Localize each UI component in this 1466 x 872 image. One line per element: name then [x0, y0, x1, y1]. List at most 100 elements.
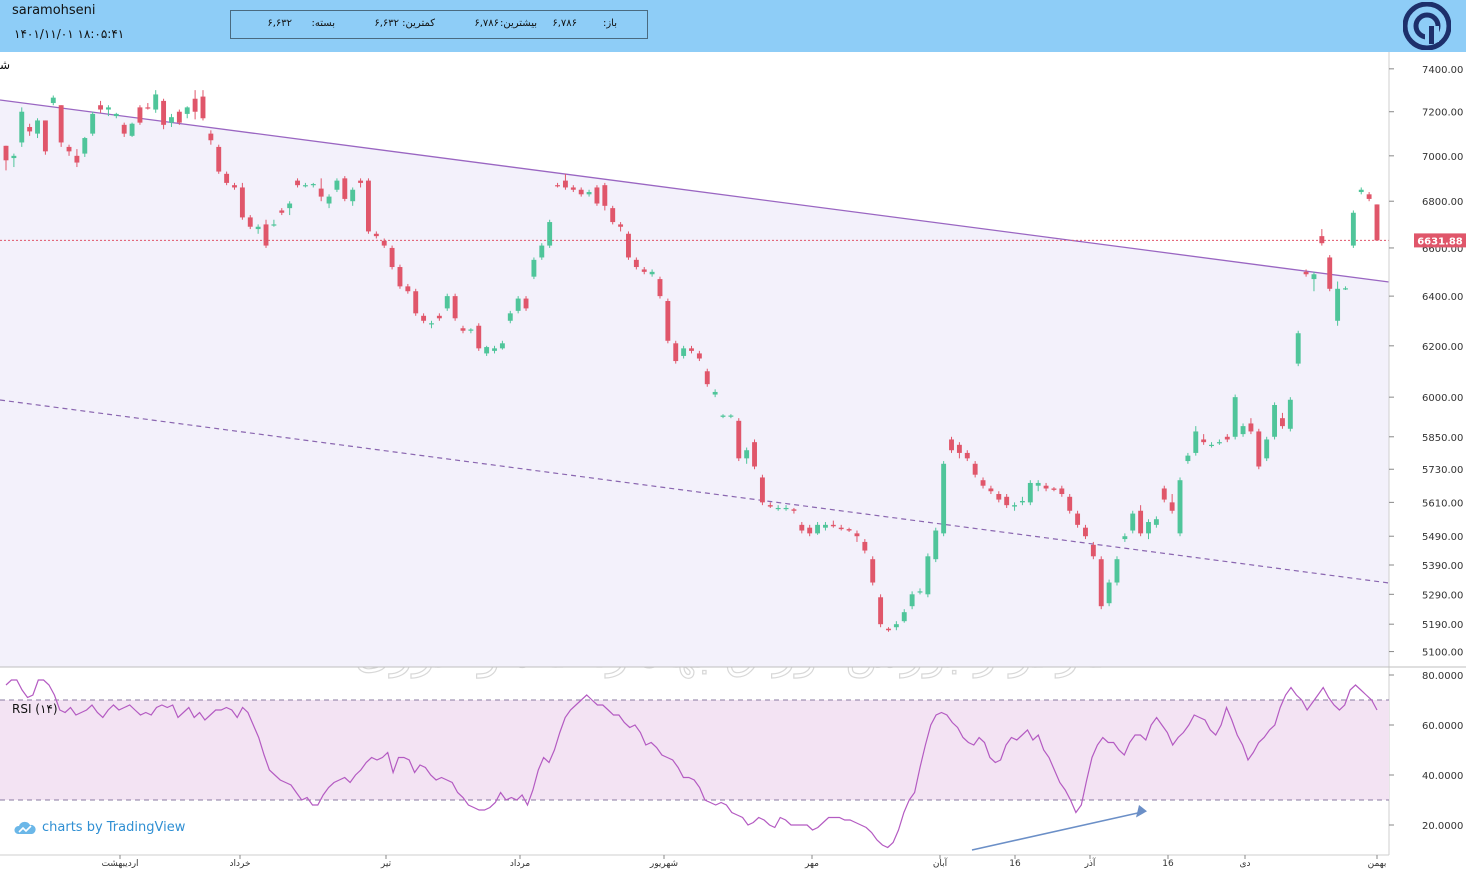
- candle-body: [681, 348, 687, 356]
- candle-body: [1256, 431, 1262, 467]
- tradingview-credit[interactable]: charts by TradingView: [14, 820, 185, 835]
- rsi-tick-label: 40.0000: [1422, 771, 1463, 782]
- y-tick-label: 5730.00: [1422, 465, 1463, 476]
- x-tick-label: شهریور: [649, 859, 678, 869]
- candle: [239, 182, 245, 220]
- candle-body: [1083, 527, 1088, 537]
- candle: [129, 122, 135, 137]
- candle-body: [1374, 204, 1380, 241]
- candle-body: [169, 117, 174, 123]
- candle-body: [153, 94, 159, 110]
- candle-body: [1209, 444, 1214, 447]
- candle: [657, 276, 663, 299]
- candle-body: [405, 286, 411, 292]
- candle-body: [673, 343, 679, 362]
- candle: [626, 231, 631, 260]
- candle-body: [980, 480, 986, 486]
- close-label: بسته:: [311, 18, 335, 29]
- candle-body: [996, 494, 1002, 500]
- candle: [610, 205, 616, 225]
- candle-body: [641, 269, 647, 272]
- candle-body: [1303, 271, 1309, 275]
- datetime: ۱۴۰۱/۱۱/۰۱ ۱۸:۰۵:۴۱: [14, 27, 125, 41]
- candle-body: [547, 222, 553, 246]
- candle: [594, 185, 600, 206]
- candle: [1264, 436, 1270, 462]
- candle-body: [1216, 442, 1222, 444]
- chart-title: شاخص بانکها-۵۷, D, Index: [0, 58, 10, 73]
- candle-body: [1130, 513, 1136, 531]
- candle-body: [373, 233, 379, 237]
- candle-body: [759, 477, 765, 503]
- candle: [1067, 494, 1073, 514]
- candle-body: [602, 185, 608, 206]
- candle-body: [610, 208, 616, 223]
- candle-body: [570, 187, 576, 190]
- candle: [1232, 394, 1238, 440]
- candle-body: [1224, 436, 1230, 440]
- candle-body: [98, 105, 103, 110]
- candle-body: [184, 107, 190, 114]
- candle-body: [50, 97, 56, 104]
- candle: [665, 298, 671, 344]
- x-tick-label: تیر: [380, 859, 392, 869]
- candle: [42, 120, 48, 155]
- candle: [1027, 480, 1033, 506]
- candle-body: [255, 226, 261, 230]
- candle-body: [1201, 439, 1207, 443]
- candle-body: [1012, 505, 1017, 507]
- candle-body: [578, 189, 584, 195]
- candle-body: [870, 559, 876, 583]
- candle-body: [799, 524, 805, 531]
- candle: [452, 293, 458, 321]
- candle: [759, 474, 765, 506]
- candle-body: [949, 439, 954, 451]
- candle-body: [90, 113, 96, 134]
- candle-body: [492, 348, 497, 351]
- candle-body: [239, 187, 245, 218]
- candle-body: [310, 184, 316, 186]
- candle: [1130, 510, 1136, 534]
- x-tick-label: دی: [1239, 859, 1250, 869]
- candle-body: [728, 415, 734, 417]
- candle-body: [964, 452, 970, 459]
- high-label: بیشترین:: [499, 18, 537, 29]
- candle-body: [893, 624, 899, 628]
- candle: [515, 296, 521, 314]
- candle-body: [334, 180, 340, 190]
- candle-body: [287, 203, 293, 209]
- candle-body: [381, 240, 387, 246]
- candle-body: [247, 217, 253, 227]
- y-tick-label: 5490.00: [1422, 532, 1463, 543]
- candle: [476, 323, 482, 351]
- candle-body: [397, 267, 403, 287]
- x-tick-label: بهمن: [1368, 859, 1387, 869]
- x-tick-label: اردیبهشت: [101, 859, 138, 869]
- candle-body: [224, 173, 230, 183]
- candle-body: [1319, 236, 1325, 244]
- candle: [704, 368, 710, 387]
- low-value: ۶,۶۳۲: [374, 18, 399, 29]
- x-tick-label: آذر: [1084, 857, 1096, 869]
- candle: [1272, 402, 1278, 440]
- y-tick-label: 6800.00: [1422, 197, 1463, 208]
- candle: [673, 340, 679, 364]
- candle-body: [19, 111, 25, 143]
- candle: [531, 257, 537, 280]
- rsi-tick-label: 20.0000: [1422, 821, 1463, 832]
- candle-body: [1232, 397, 1238, 437]
- candle: [1374, 204, 1380, 241]
- candle-body: [279, 210, 285, 213]
- candle-body: [752, 442, 757, 467]
- candle-body: [956, 444, 962, 453]
- candle-body: [823, 524, 828, 528]
- y-tick-label: 5190.00: [1422, 620, 1463, 631]
- candle-body: [1106, 582, 1112, 604]
- candle-body: [909, 594, 915, 607]
- cloud-icon: [14, 821, 36, 834]
- candle: [933, 527, 939, 563]
- candle: [878, 594, 884, 628]
- candle-body: [815, 524, 821, 534]
- candle-body: [1311, 274, 1317, 280]
- chart-area[interactable]: کارگزار بورس اوراق بهادار، کالا و انرژی …: [0, 52, 1466, 872]
